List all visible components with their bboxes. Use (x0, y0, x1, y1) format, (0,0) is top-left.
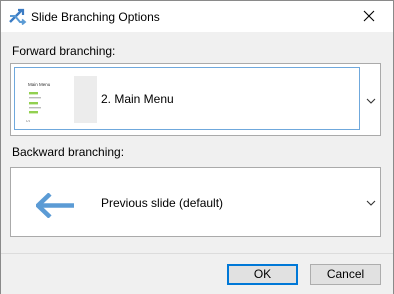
thumbnail-heading: Main Menu (28, 82, 51, 87)
forward-branching-label: Forward branching: (12, 44, 116, 58)
chevron-down-icon (366, 98, 376, 104)
backward-selected-text: Previous slide (default) (101, 196, 224, 210)
close-icon (363, 10, 375, 22)
cancel-button[interactable]: Cancel (310, 264, 381, 285)
dialog-title: Slide Branching Options (31, 10, 160, 24)
thumbnail-footer: 1/1 (26, 119, 31, 123)
forward-selected-item: Main Menu 1/1 2. Main Menu (14, 67, 360, 130)
branch-arrows-icon (9, 8, 27, 25)
left-arrow-icon (36, 193, 74, 218)
ok-button[interactable]: OK (227, 264, 298, 285)
forward-selected-text: 2. Main Menu (101, 92, 174, 106)
forward-branching-combo[interactable]: Main Menu 1/1 2. Main Menu (10, 63, 381, 136)
dialog-footer: OK Cancel (1, 253, 393, 294)
slide-thumbnail: Main Menu 1/1 (25, 76, 99, 123)
close-button[interactable] (347, 1, 393, 32)
slide-branching-dialog: Slide Branching Options Forward branchin… (0, 0, 394, 294)
backward-branching-label: Backward branching: (12, 145, 125, 159)
title-bar: Slide Branching Options (1, 1, 393, 32)
backward-branching-combo[interactable]: Previous slide (default) (10, 167, 381, 237)
chevron-down-icon (366, 200, 376, 206)
slide-thumbnail-graphic: Main Menu 1/1 (25, 76, 99, 123)
